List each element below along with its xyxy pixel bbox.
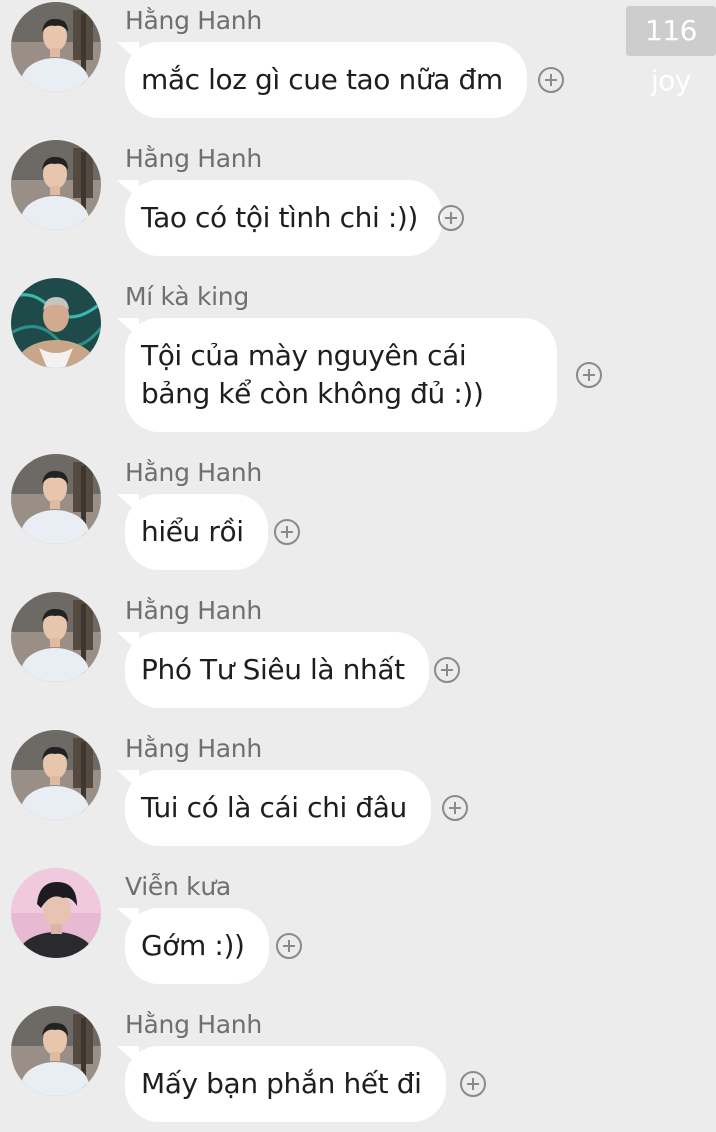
boy-shirt-avatar-icon [11,2,101,92]
avatar[interactable] [11,454,101,544]
add-reaction-icon[interactable] [538,67,564,93]
sender-name: Hằng Hanh [125,144,262,173]
avatar[interactable] [11,2,101,92]
sender-name: Mí kà king [125,282,249,311]
avatar[interactable] [11,278,101,368]
message-bubble[interactable]: Tao có tội tình chi :)) [125,180,442,256]
sender-name: Hằng Hanh [125,458,262,487]
avatar[interactable] [11,868,101,958]
add-reaction-icon[interactable] [442,795,468,821]
message-bubble[interactable]: hiểu rồi [125,494,268,570]
sender-name: Hằng Hanh [125,734,262,763]
boy-shirt-avatar-icon [11,592,101,682]
boy-shirt-avatar-icon [11,454,101,544]
add-reaction-icon[interactable] [274,519,300,545]
sender-name: Hằng Hanh [125,1010,262,1039]
sender-name: Hằng Hanh [125,6,262,35]
tank-top-avatar-icon [11,278,101,368]
sender-name: Viễn kưa [125,872,231,901]
avatar[interactable] [11,592,101,682]
avatar[interactable] [11,730,101,820]
message-bubble[interactable]: mắc loz gì cue tao nữa đm [125,42,527,118]
sender-name: Hằng Hanh [125,596,262,625]
pink-bg-avatar-icon [11,868,101,958]
message-bubble[interactable]: Gớm :)) [125,908,269,984]
add-reaction-icon[interactable] [276,933,302,959]
add-reaction-icon[interactable] [460,1071,486,1097]
message-bubble[interactable]: Tui có là cái chi đâu [125,770,431,846]
add-reaction-icon[interactable] [438,205,464,231]
message-bubble[interactable]: Tội của mày nguyên cái bảng kể còn không… [125,318,557,432]
message-bubble[interactable]: Mấy bạn phắn hết đi [125,1046,446,1122]
boy-shirt-avatar-icon [11,1006,101,1096]
message-bubble[interactable]: Phó Tư Siêu là nhất [125,632,429,708]
add-reaction-icon[interactable] [434,657,460,683]
watermark-badge: 116 joy [626,6,716,97]
boy-shirt-avatar-icon [11,140,101,230]
avatar[interactable] [11,140,101,230]
avatar[interactable] [11,1006,101,1096]
add-reaction-icon[interactable] [576,362,602,388]
boy-shirt-avatar-icon [11,730,101,820]
